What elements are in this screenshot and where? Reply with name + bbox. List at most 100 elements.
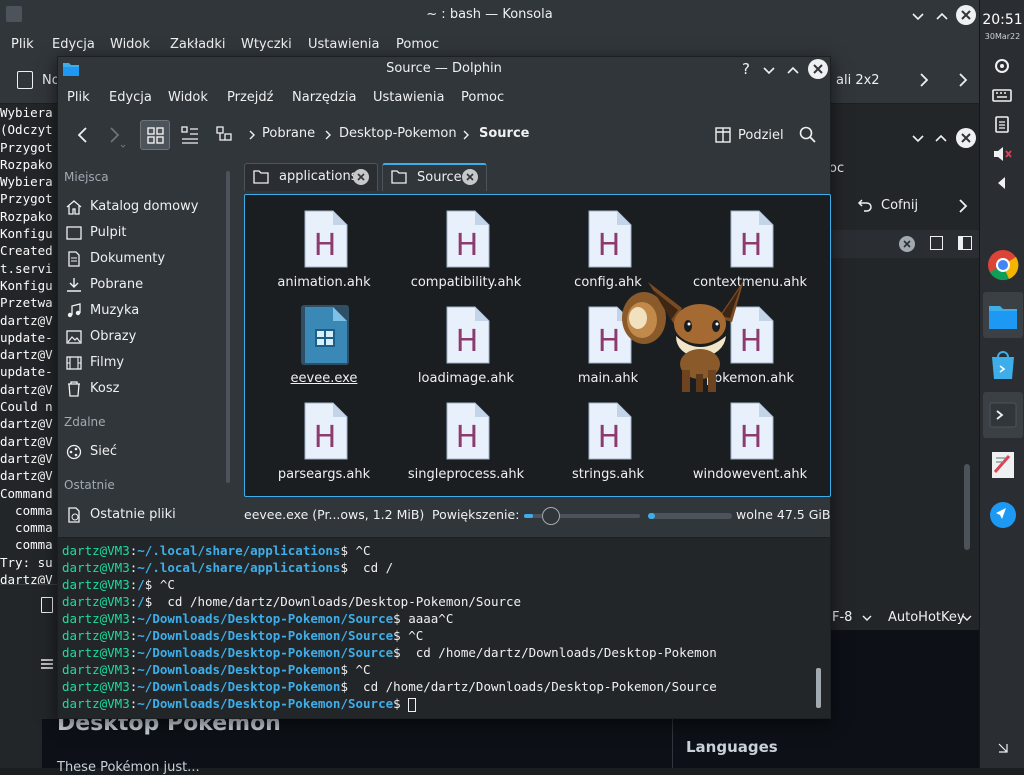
place-label: Katalog domowy (90, 199, 199, 214)
menu-widok[interactable]: Widok (168, 90, 208, 105)
konsole-terminal[interactable]: Wybiera (Odczyt Przygot Rozpako Wybiera Przyg… (0, 104, 60, 584)
syntax-selector[interactable]: AutoHotKey (888, 610, 965, 625)
menu-pomoc[interactable]: Pomoc (461, 90, 504, 105)
split-view-label[interactable]: ali 2x2 (836, 73, 880, 88)
clear-icon[interactable] (899, 236, 915, 252)
split-view-button[interactable]: Podziel (738, 128, 784, 143)
close-icon[interactable] (808, 59, 828, 79)
tab-applications[interactable]: applications (244, 163, 378, 191)
editor-scrollbar[interactable] (964, 464, 970, 550)
maximize-icon[interactable] (933, 130, 949, 146)
search-icon[interactable] (799, 126, 817, 144)
breadcrumb-item-desktop-pokemon[interactable]: Desktop-Pokemon (339, 126, 457, 141)
close-icon[interactable] (956, 5, 976, 25)
menu-ustawienia[interactable]: Ustawienia (373, 90, 444, 105)
file-item[interactable]: Hcompatibility.ahk (395, 205, 537, 301)
menu-przejdz[interactable]: Przejdź (227, 90, 273, 105)
breadcrumb-item-pobrane[interactable]: Pobrane (262, 126, 315, 141)
keyboard-icon[interactable] (991, 84, 1013, 106)
place-home[interactable]: Katalog domowy (58, 195, 223, 219)
places-scrollbar[interactable] (226, 171, 230, 483)
tab-source[interactable]: Source (382, 163, 487, 191)
new-tab-icon[interactable] (17, 71, 33, 89)
chevron-right-icon[interactable] (955, 72, 971, 88)
menu-wtyczki[interactable]: Wtyczki (241, 37, 292, 52)
editor-task-icon[interactable] (983, 442, 1023, 488)
file-item[interactable]: eevee.exe (253, 301, 395, 397)
chevron-right-icon[interactable] (955, 198, 971, 214)
menu-zakladki[interactable]: Zakładki (170, 37, 225, 52)
prompt-dollar: $ (393, 628, 401, 643)
clipboard-icon[interactable] (991, 113, 1013, 135)
volume-muted-icon[interactable] (991, 143, 1013, 165)
dolphin-task-icon[interactable] (983, 292, 1023, 338)
place-recent-files[interactable]: Ostatnie pliki (58, 503, 223, 527)
minimize-icon[interactable] (910, 8, 926, 24)
file-item[interactable]: Hparseargs.ahk (253, 397, 395, 493)
place-videos[interactable]: Filmy (58, 351, 223, 375)
menu-narzedzia[interactable]: Narzędzia (292, 90, 357, 105)
forward-button[interactable] (100, 120, 130, 150)
details-view-button[interactable] (210, 120, 240, 150)
discover-task-icon[interactable] (983, 342, 1023, 388)
place-music[interactable]: Muzyka (58, 299, 223, 323)
menu-ustawienia[interactable]: Ustawienia (308, 37, 379, 52)
encoding-selector[interactable]: F-8 (832, 610, 852, 625)
network-manager-task-icon[interactable] (983, 492, 1023, 538)
compact-view-button[interactable] (175, 120, 205, 150)
document-icon[interactable] (41, 597, 53, 613)
file-item[interactable]: Hwindowevent.ahk (679, 397, 821, 493)
panel-resize-icon[interactable] (997, 742, 1009, 754)
eevee-sprite[interactable] (620, 278, 750, 396)
back-button[interactable] (67, 120, 97, 150)
split-view-icon[interactable] (715, 127, 731, 143)
chevron-right-icon[interactable] (916, 72, 932, 88)
place-documents[interactable]: Dokumenty (58, 247, 223, 271)
breadcrumb-item-source[interactable]: Source (479, 126, 529, 141)
chevron-down-icon[interactable] (961, 612, 973, 624)
place-network[interactable]: Sieć (58, 440, 223, 464)
help-icon[interactable]: ? (738, 60, 754, 78)
menu-plik[interactable]: Plik (67, 90, 90, 105)
chrome-task-icon[interactable] (983, 242, 1023, 288)
place-pictures[interactable]: Obrazy (58, 325, 223, 349)
zoom-slider-handle[interactable] (542, 507, 561, 525)
undo-icon[interactable] (857, 196, 873, 212)
minimize-icon[interactable] (910, 130, 926, 146)
terminal-line: dartz@VM3:~/.local/share/applications$ ^… (62, 542, 371, 559)
file-item[interactable]: Hstrings.ahk (537, 397, 679, 493)
terminal-scrollbar[interactable] (816, 668, 821, 708)
menu-edycja[interactable]: Edycja (109, 90, 152, 105)
terminal-command: cd / (348, 560, 394, 575)
split-icon[interactable] (958, 236, 972, 250)
expand-tray-icon[interactable] (991, 172, 1013, 194)
clock-time[interactable]: 20:51 (980, 12, 1024, 28)
list-icon[interactable] (40, 657, 54, 671)
icons-view-button[interactable] (140, 120, 170, 150)
maximize-icon[interactable] (934, 8, 950, 24)
menu-pomoc[interactable]: Pomoc (396, 37, 439, 52)
menu-plik[interactable]: Plik (11, 37, 34, 52)
menu-edycja[interactable]: Edycja (52, 37, 95, 52)
konsole-task-icon[interactable] (983, 392, 1023, 438)
minimize-icon[interactable] (761, 62, 777, 78)
place-downloads[interactable]: Pobrane (58, 273, 223, 297)
clock-date[interactable]: 30Mar22 (980, 32, 1024, 41)
terminal-line: dartz@VM3:~/Downloads/Desktop-Pokemon/So… (62, 610, 453, 627)
maximize-icon[interactable] (785, 62, 801, 78)
file-item[interactable]: Hloadimage.ahk (395, 301, 537, 397)
chevron-down-icon[interactable] (861, 612, 873, 624)
new-file-icon[interactable] (930, 236, 943, 250)
file-item[interactable]: Hsingleprocess.ahk (395, 397, 537, 493)
close-tab-icon[interactable] (353, 169, 369, 185)
network-icon[interactable] (991, 55, 1013, 77)
place-desktop[interactable]: Pulpit (58, 221, 223, 245)
place-trash[interactable]: Kosz (58, 377, 223, 401)
close-icon[interactable] (956, 128, 976, 148)
zoom-slider[interactable] (524, 507, 640, 525)
menu-widok[interactable]: Widok (110, 37, 150, 52)
close-tab-icon[interactable] (462, 169, 478, 185)
file-item[interactable]: Hanimation.ahk (253, 205, 395, 301)
embedded-terminal[interactable]: dartz@VM3:~/.local/share/applications$ ^… (58, 537, 830, 718)
undo-button[interactable]: Cofnij (881, 198, 918, 213)
